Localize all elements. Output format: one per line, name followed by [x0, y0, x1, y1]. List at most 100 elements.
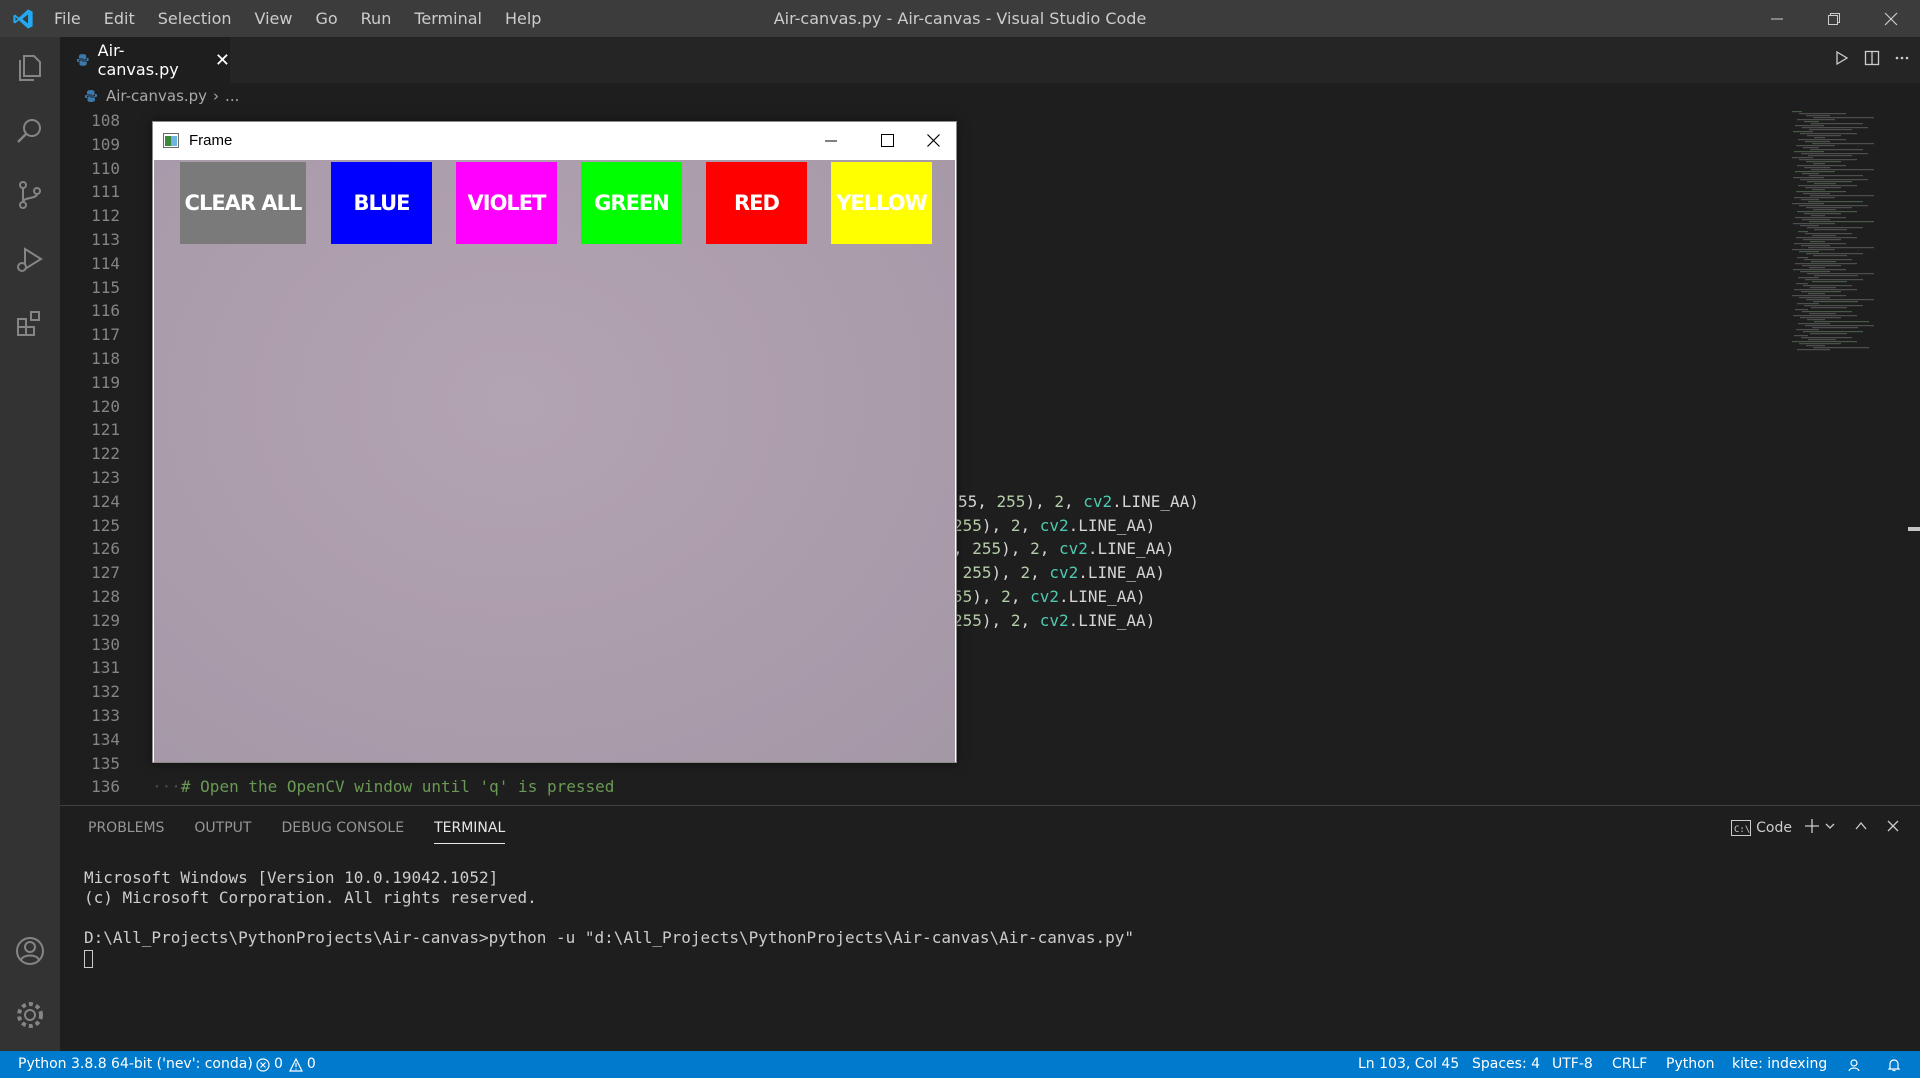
terminal-output[interactable]: Microsoft Windows [Version 10.0.19042.10…	[84, 868, 1134, 968]
line-number: 128	[60, 585, 120, 609]
minimap-line	[1807, 135, 1841, 136]
explorer-icon[interactable]	[12, 50, 48, 86]
code-token: 255	[963, 563, 992, 582]
minimap-line	[1792, 157, 1813, 158]
maximize-panel-icon[interactable]	[1854, 819, 1868, 837]
menu-view[interactable]: View	[255, 9, 293, 28]
minimap-line	[1812, 327, 1858, 328]
panel-tabs: PROBLEMS OUTPUT DEBUG CONSOLE TERMINAL	[88, 806, 535, 850]
blue-button[interactable]: BLUE	[331, 162, 432, 244]
tab-problems[interactable]: PROBLEMS	[88, 806, 164, 850]
minimap-line	[1810, 149, 1863, 150]
language-mode[interactable]: Python	[1666, 1051, 1715, 1078]
code-token: cv2	[1030, 587, 1059, 606]
split-editor-icon[interactable]	[1864, 50, 1880, 70]
panel-actions: C:\ Code	[1719, 806, 1900, 850]
minimap-line	[1798, 185, 1857, 186]
run-file-icon[interactable]	[1834, 50, 1850, 70]
minimap-line	[1797, 303, 1819, 304]
cursor-position[interactable]: Ln 103, Col 45	[1358, 1051, 1459, 1078]
code-token: 255	[997, 492, 1026, 511]
menu-edit[interactable]: Edit	[104, 9, 135, 28]
code-token: 255	[953, 516, 982, 535]
minimap-line	[1806, 115, 1830, 116]
problems-indicator[interactable]: 0 0	[256, 1051, 316, 1078]
minimap-line	[1810, 241, 1825, 242]
minimap-line	[1808, 155, 1852, 156]
more-actions-icon[interactable]	[1894, 50, 1910, 70]
run-debug-icon[interactable]	[12, 241, 48, 277]
tab-close-icon[interactable]: ✕	[215, 50, 230, 71]
minimap-line	[1807, 319, 1825, 320]
new-terminal-icon[interactable]	[1804, 818, 1820, 838]
breadcrumb: Air-canvas.py › ...	[60, 83, 1920, 109]
accounts-icon[interactable]	[12, 933, 48, 969]
camera-canvas[interactable]: CLEAR ALL BLUE VIOLET GREEN RED YELLOW	[154, 160, 955, 762]
minimap-line	[1797, 349, 1830, 350]
line-number: 111	[60, 180, 120, 204]
indent-guide: ···	[152, 777, 181, 796]
minimap-line	[1793, 131, 1813, 132]
tab-air-canvas[interactable]: Air-canvas.py ✕	[60, 37, 230, 83]
minimap[interactable]	[1788, 109, 1920, 805]
red-button[interactable]: RED	[706, 162, 807, 244]
bell-icon[interactable]	[1886, 1051, 1902, 1078]
minimap-line	[1809, 267, 1825, 268]
minimize-button[interactable]	[1754, 0, 1800, 37]
line-number: 126	[60, 537, 120, 561]
frame-title-bar[interactable]: Frame	[153, 122, 956, 159]
tab-debug-console[interactable]: DEBUG CONSOLE	[281, 806, 404, 850]
green-button[interactable]: GREEN	[581, 162, 682, 244]
minimap-line	[1801, 337, 1852, 338]
tab-terminal[interactable]: TERMINAL	[434, 806, 505, 850]
feedback-icon[interactable]	[1846, 1051, 1862, 1078]
chevron-down-icon[interactable]	[1824, 820, 1836, 836]
minimap-line	[1793, 177, 1824, 178]
minimap-line	[1796, 145, 1835, 146]
code-token: 2	[1054, 492, 1064, 511]
line-ending[interactable]: CRLF	[1612, 1051, 1647, 1078]
menu-selection[interactable]: Selection	[158, 9, 232, 28]
indentation[interactable]: Spaces: 4	[1472, 1051, 1540, 1078]
search-icon[interactable]	[12, 113, 48, 149]
encoding[interactable]: UTF-8	[1552, 1051, 1593, 1078]
close-window-button[interactable]	[1868, 0, 1914, 37]
menu-file[interactable]: File	[54, 9, 81, 28]
minimap-line	[1811, 215, 1825, 216]
tab-output[interactable]: OUTPUT	[194, 806, 251, 850]
frame-maximize-button[interactable]	[864, 122, 910, 159]
code-token: ,	[1040, 539, 1059, 558]
code-token: ),	[982, 611, 1011, 630]
frame-minimize-button[interactable]	[808, 122, 854, 159]
python-interpreter[interactable]: Python 3.8.8 64-bit ('nev': conda)	[18, 1051, 253, 1078]
kite-status[interactable]: kite: indexing	[1732, 1051, 1827, 1078]
minimap-line	[1811, 261, 1836, 262]
code-token: 2	[1011, 516, 1021, 535]
code-line: ···# Open the OpenCV window until 'q' is…	[152, 775, 614, 799]
breadcrumb-file[interactable]: Air-canvas.py	[106, 87, 207, 105]
violet-button[interactable]: VIOLET	[456, 162, 557, 244]
terminal-selector[interactable]: C:\ Code	[1731, 820, 1792, 836]
line-number: 135	[60, 752, 120, 776]
menu-run[interactable]: Run	[361, 9, 392, 28]
minimap-line	[1802, 173, 1819, 174]
code-line: 55, 255), 2, cv2.LINE_AA)	[958, 490, 1199, 514]
minimap-line	[1813, 117, 1874, 118]
opencv-frame-window[interactable]: Frame CLEAR ALL BLUE VIOLET GREEN RED YE…	[152, 121, 957, 763]
extensions-icon[interactable]	[12, 305, 48, 341]
minimap-line	[1807, 181, 1852, 182]
code-token: cv2	[1040, 516, 1069, 535]
source-control-icon[interactable]	[12, 177, 48, 213]
menu-help[interactable]: Help	[505, 9, 541, 28]
clear-all-button[interactable]: CLEAR ALL	[180, 162, 306, 244]
frame-close-button[interactable]	[910, 122, 956, 159]
menu-terminal[interactable]: Terminal	[414, 9, 482, 28]
gear-icon[interactable]	[12, 997, 48, 1033]
yellow-button[interactable]: YELLOW	[831, 162, 932, 244]
breadcrumb-symbol[interactable]: ...	[225, 87, 239, 105]
restore-button[interactable]	[1811, 0, 1857, 37]
code-token: 2	[1001, 587, 1011, 606]
close-panel-icon[interactable]	[1886, 819, 1900, 837]
minimap-line	[1813, 163, 1825, 164]
menu-go[interactable]: Go	[315, 9, 337, 28]
